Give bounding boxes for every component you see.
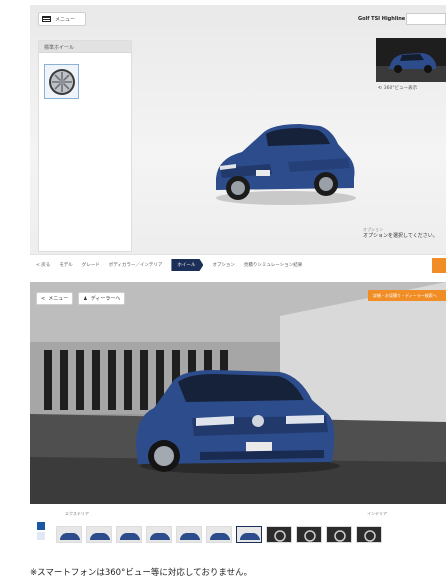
view-thumbnail[interactable]	[116, 526, 142, 543]
view-thumbnail[interactable]	[236, 526, 262, 543]
configurator-panel: メニュー Golf TSI Highline 標準ホイール ⟲ 360°ビュー表…	[30, 5, 446, 275]
view-thumbnail[interactable]	[296, 526, 322, 543]
dealer-label: ディーラーへ	[90, 296, 121, 302]
option-note: オプション オプションを選択してください。	[363, 227, 446, 240]
zoom-controls	[37, 522, 45, 542]
footnote: ※スマートフォンは360°ビュー等に対応しておりません。	[30, 568, 253, 578]
viewer-menu-label: メニュー	[48, 296, 69, 302]
view-thumbnail[interactable]	[146, 526, 172, 543]
option-note-text: オプションを選択してください。	[363, 233, 438, 239]
step-option[interactable]: オプション	[212, 262, 235, 268]
model-select[interactable]	[406, 13, 446, 25]
step-wheel[interactable]: ホイール	[171, 259, 204, 271]
car-image	[216, 124, 356, 205]
view-thumbnail[interactable]	[206, 526, 232, 543]
viewer-menu-button[interactable]: < メニュー	[36, 292, 74, 305]
rotate-360-icon: ⟲	[378, 85, 382, 91]
interior-label: インテリア	[367, 511, 387, 516]
zoom-out-button[interactable]	[37, 532, 45, 540]
thumbnail-row	[56, 526, 382, 543]
view-thumbnail[interactable]	[356, 526, 382, 543]
estimate-banner[interactable]: 詳細・お見積り・ディーラー検索へ	[368, 290, 446, 301]
next-button[interactable]	[432, 258, 446, 273]
wheel-option[interactable]	[44, 64, 79, 99]
dealer-button[interactable]: ♟ ディーラーへ	[78, 292, 126, 305]
zoom-in-button[interactable]	[37, 522, 45, 530]
view-thumbnail[interactable]	[176, 526, 202, 543]
model-name: Golf TSI Highline	[358, 16, 406, 22]
car-360-image	[136, 370, 340, 474]
exterior-label: エクステリア	[65, 511, 89, 516]
share-icon: <	[41, 295, 46, 302]
step-estimate[interactable]: 見積りシミュレーション結果	[244, 262, 302, 268]
view-thumbnail[interactable]	[266, 526, 292, 543]
viewer-panel[interactable]: < メニュー ♟ ディーラーへ 詳細・お見積り・ディーラー検索へ	[30, 282, 446, 504]
wheel-panel-title: 標準ホイール	[39, 41, 131, 53]
wheel-panel: 標準ホイール	[38, 40, 132, 252]
view-thumbnail[interactable]	[326, 526, 352, 543]
menu-icon	[42, 16, 51, 22]
alloy-wheel-icon	[48, 68, 75, 95]
person-icon: ♟	[83, 295, 88, 302]
step-color-interior[interactable]: ボディカラー／インテリア	[109, 262, 163, 268]
step-back[interactable]: < 戻る	[36, 262, 50, 268]
step-grade[interactable]: グレード	[82, 262, 100, 268]
view-thumbnail[interactable]	[56, 526, 82, 543]
view360-image	[376, 38, 446, 82]
step-model[interactable]: モデル	[59, 262, 73, 268]
filmstrip: エクステリア インテリア	[30, 511, 446, 553]
view360-label: 360°ビュー表示	[383, 86, 418, 91]
menu-button[interactable]: メニュー	[38, 12, 86, 26]
menu-button-label: メニュー	[55, 16, 76, 23]
view360-preview[interactable]: ⟲ 360°ビュー表示	[376, 38, 446, 93]
step-navigation: < 戻る モデル グレード ボディカラー／インテリア ホイール オプション 見積…	[30, 254, 446, 275]
view-thumbnail[interactable]	[86, 526, 112, 543]
